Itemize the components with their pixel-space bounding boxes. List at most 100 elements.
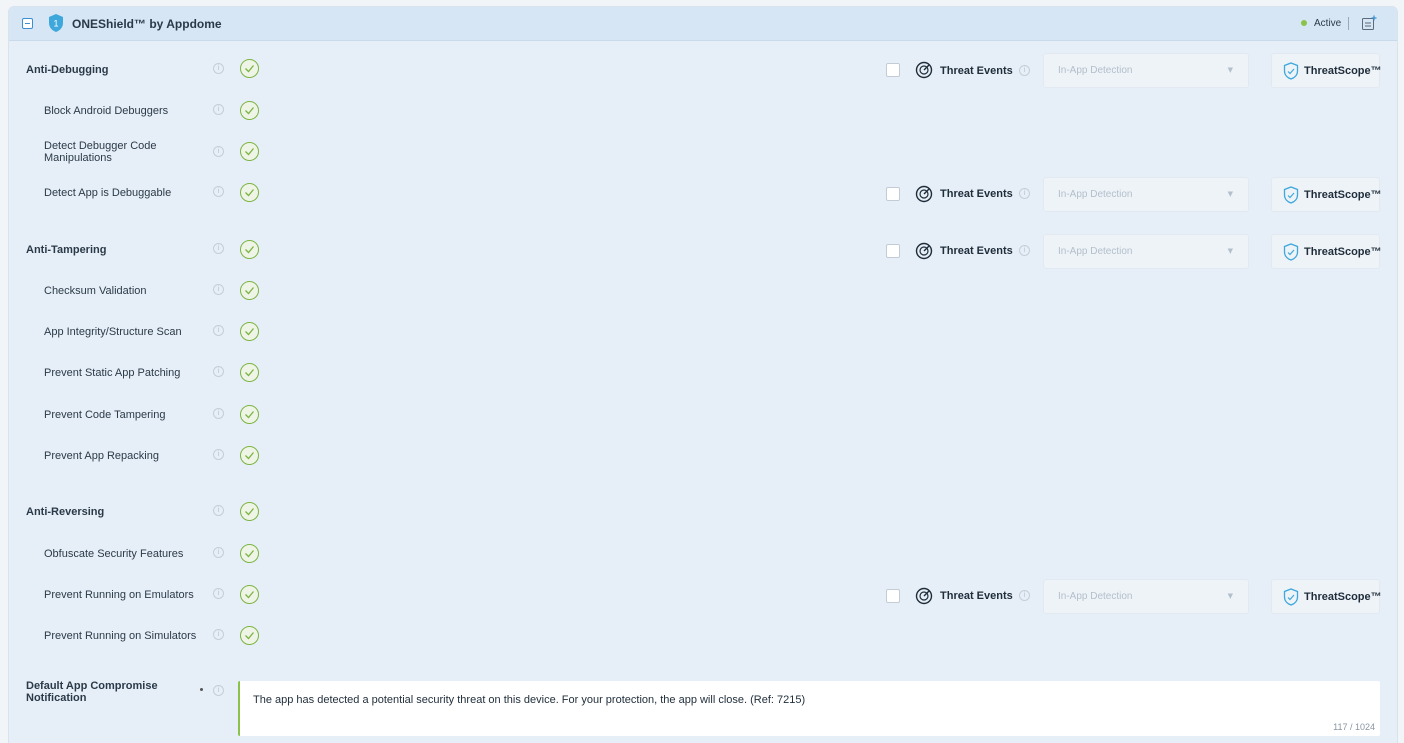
page-title: ONEShield™ by Appdome xyxy=(72,17,222,31)
info-icon[interactable]: i xyxy=(213,629,224,640)
info-icon[interactable]: i xyxy=(1019,245,1030,256)
block-android-debuggers-label: Block Android Debuggers xyxy=(44,105,169,117)
info-icon[interactable]: i xyxy=(213,63,224,74)
threat-events-checkbox[interactable] xyxy=(886,244,900,258)
add-note-icon[interactable] xyxy=(1361,15,1377,31)
in-app-detection-select[interactable]: In-App Detection ▼ xyxy=(1043,579,1249,614)
checkmark-icon xyxy=(245,411,254,419)
chevron-down-icon: ▼ xyxy=(1227,592,1233,600)
select-value: In-App Detection xyxy=(1058,591,1133,602)
header-divider xyxy=(1348,17,1349,30)
checkmark-icon xyxy=(245,452,254,460)
prevent-simulators-check[interactable] xyxy=(240,626,259,645)
info-icon[interactable]: i xyxy=(213,588,224,599)
notification-label: Default App Compromise xyxy=(26,680,158,692)
prevent-simulators-label: Prevent Running on Simulators xyxy=(44,630,197,642)
anti-reversing-check[interactable] xyxy=(240,502,259,521)
prevent-code-tampering-check[interactable] xyxy=(240,405,259,424)
info-icon[interactable]: i xyxy=(213,449,224,460)
threat-events-checkbox[interactable] xyxy=(886,63,900,77)
detect-debugger-code-check[interactable] xyxy=(240,142,259,161)
prevent-repacking-check[interactable] xyxy=(240,446,259,465)
checkmark-icon xyxy=(245,591,254,599)
threat-events-checkbox[interactable] xyxy=(886,589,900,603)
checkmark-icon xyxy=(245,287,254,295)
checkmark-icon xyxy=(245,328,254,336)
threatscope-button[interactable]: ThreatScope™ xyxy=(1271,177,1382,212)
threatscope-button[interactable]: ThreatScope™ xyxy=(1271,579,1382,614)
notification-message-field[interactable]: The app has detected a potential securit… xyxy=(238,681,1380,736)
status-indicator xyxy=(1301,20,1307,26)
in-app-detection-select[interactable]: In-App Detection ▼ xyxy=(1043,53,1249,88)
anti-tampering-label: Anti-Tampering xyxy=(26,244,107,256)
prevent-emulators-label: Prevent Running on Emulators xyxy=(44,589,194,601)
info-icon[interactable]: i xyxy=(213,547,224,558)
prevent-static-patching-check[interactable] xyxy=(240,363,259,382)
threatscope-button[interactable]: ThreatScope™ xyxy=(1271,53,1382,88)
info-icon[interactable]: i xyxy=(1019,65,1030,76)
info-icon[interactable]: i xyxy=(213,284,224,295)
info-icon[interactable]: i xyxy=(213,685,224,696)
in-app-detection-select[interactable]: In-App Detection ▼ xyxy=(1043,234,1249,269)
checkmark-icon xyxy=(245,189,254,197)
checkmark-icon xyxy=(245,246,254,254)
threatscope-button[interactable]: ThreatScope™ xyxy=(1271,234,1382,269)
oneshield-panel: 1 ONEShield™ by Appdome Active Anti-Debu… xyxy=(8,6,1398,743)
info-icon[interactable]: i xyxy=(213,243,224,254)
checkmark-icon xyxy=(245,508,254,516)
threat-events-label: Threat Events xyxy=(940,188,1013,200)
checksum-validation-check[interactable] xyxy=(240,281,259,300)
info-icon[interactable]: i xyxy=(213,104,224,115)
chevron-down-icon: ▼ xyxy=(1227,190,1233,198)
info-icon[interactable]: i xyxy=(1019,188,1030,199)
block-android-debuggers-check[interactable] xyxy=(240,101,259,120)
app-integrity-check[interactable] xyxy=(240,322,259,341)
threatscope-shield-icon xyxy=(1283,243,1299,261)
checkmark-icon xyxy=(245,65,254,73)
info-icon[interactable]: i xyxy=(213,325,224,336)
obfuscate-security-check[interactable] xyxy=(240,544,259,563)
checksum-validation-label: Checksum Validation xyxy=(44,285,147,297)
character-counter: 117 / 1024 xyxy=(1333,722,1375,732)
threat-events-label: Threat Events xyxy=(940,590,1013,602)
collapse-icon[interactable] xyxy=(22,18,33,29)
detect-debugger-code-label: Detect Debugger Code xyxy=(44,140,157,152)
threatscope-label: ThreatScope™ xyxy=(1304,65,1382,77)
chevron-down-icon: ▼ xyxy=(1227,247,1233,255)
detect-app-debuggable-check[interactable] xyxy=(240,183,259,202)
shield-icon: 1 xyxy=(49,14,63,32)
anti-debugging-check[interactable] xyxy=(240,59,259,78)
anti-tampering-check[interactable] xyxy=(240,240,259,259)
prevent-code-tampering-label: Prevent Code Tampering xyxy=(44,409,166,421)
threatscope-shield-icon xyxy=(1283,186,1299,204)
in-app-detection-select[interactable]: In-App Detection ▼ xyxy=(1043,177,1249,212)
required-marker xyxy=(200,688,203,691)
checkmark-icon xyxy=(245,632,254,640)
radar-icon xyxy=(915,61,933,79)
info-icon[interactable]: i xyxy=(213,186,224,197)
select-value: In-App Detection xyxy=(1058,246,1133,257)
info-icon[interactable]: i xyxy=(1019,590,1030,601)
info-icon[interactable]: i xyxy=(213,366,224,377)
info-icon[interactable]: i xyxy=(213,146,224,157)
radar-icon xyxy=(915,185,933,203)
checkmark-icon xyxy=(245,550,254,558)
checkmark-icon xyxy=(245,107,254,115)
notification-label-line2: Notification xyxy=(26,692,87,704)
radar-icon xyxy=(915,587,933,605)
detect-app-debuggable-label: Detect App is Debuggable xyxy=(44,187,172,199)
info-icon[interactable]: i xyxy=(213,408,224,419)
threat-events-label: Threat Events xyxy=(940,245,1013,257)
app-integrity-label: App Integrity/Structure Scan xyxy=(44,326,182,338)
threatscope-label: ThreatScope™ xyxy=(1304,246,1382,258)
prevent-emulators-check[interactable] xyxy=(240,585,259,604)
obfuscate-security-label: Obfuscate Security Features xyxy=(44,548,184,560)
notification-message-text: The app has detected a potential securit… xyxy=(253,694,806,706)
anti-reversing-label: Anti-Reversing xyxy=(26,506,105,518)
anti-debugging-label: Anti-Debugging xyxy=(26,64,109,76)
info-icon[interactable]: i xyxy=(213,505,224,516)
threat-events-checkbox[interactable] xyxy=(886,187,900,201)
prevent-static-patching-label: Prevent Static App Patching xyxy=(44,367,181,379)
panel-header: 1 ONEShield™ by Appdome Active xyxy=(9,7,1397,41)
prevent-repacking-label: Prevent App Repacking xyxy=(44,450,159,462)
